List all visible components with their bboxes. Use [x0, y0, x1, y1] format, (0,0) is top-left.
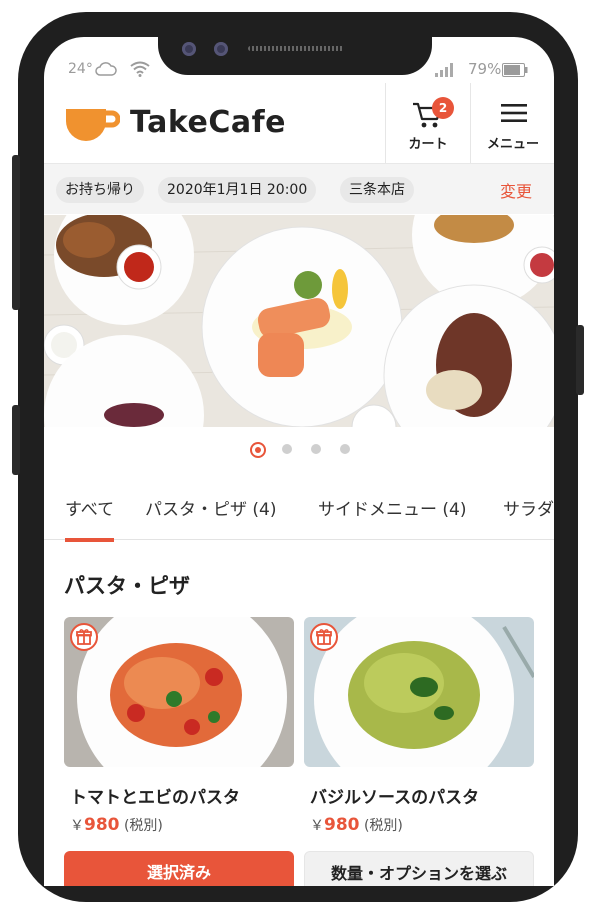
tab-pasta-pizza[interactable]: パスタ・ピザ (4) [145, 495, 276, 520]
side-button [12, 405, 20, 475]
battery-icon [502, 63, 528, 81]
product-card: トマトとエビのパスタ ￥980 (税別) 選択済み [64, 617, 294, 886]
selected-button[interactable]: 選択済み [64, 851, 294, 886]
front-camera [182, 42, 196, 56]
cart-button[interactable]: 2 カート [385, 83, 470, 163]
carousel-dot[interactable] [340, 444, 350, 454]
tab-salad[interactable]: サラダ [503, 495, 554, 520]
change-order-link[interactable]: 変更 [500, 178, 532, 202]
hero-carousel-image[interactable] [44, 215, 554, 427]
carousel-indicator [44, 437, 554, 461]
product-image[interactable] [304, 617, 534, 767]
tax-note: (税別) [123, 818, 163, 834]
price-value: 980 [84, 815, 120, 835]
app-screen: 24° 79% TakeCafe 2 カート メニュー お持ち帰り 2020年1… [44, 37, 554, 886]
tax-note: (税別) [363, 818, 403, 834]
category-tabs: すべて パスタ・ピザ (4) サイドメニュー (4) サラダ [44, 477, 554, 542]
cup-logo-icon[interactable] [64, 105, 121, 145]
cart-label: カート [408, 137, 448, 152]
carousel-dot[interactable] [282, 444, 292, 454]
order-info-bar: お持ち帰り 2020年1月1日 20:00 三条本店 変更 [44, 164, 554, 214]
tab-all[interactable]: すべて [65, 495, 115, 542]
wifi-icon [130, 61, 150, 81]
phone-notch [158, 37, 432, 75]
section-title: パスタ・ピザ [64, 574, 190, 598]
order-datetime-chip: 2020年1月1日 20:00 [158, 177, 317, 203]
currency-symbol: ￥ [70, 818, 84, 834]
signal-icon [434, 63, 456, 81]
earpiece-speaker [248, 46, 344, 51]
cart-count-badge: 2 [432, 97, 454, 119]
cloud-icon [95, 62, 117, 80]
product-price: ￥980 (税別) [310, 815, 403, 835]
gift-icon [310, 623, 338, 651]
order-store-chip: 三条本店 [340, 177, 414, 203]
product-price: ￥980 (税別) [70, 815, 163, 835]
price-value: 980 [324, 815, 360, 835]
currency-symbol: ￥ [310, 818, 324, 834]
app-header: TakeCafe 2 カート メニュー [44, 83, 554, 164]
brand-name[interactable]: TakeCafe [130, 105, 286, 140]
product-name: トマトとエビのパスタ [70, 788, 240, 808]
choose-options-button[interactable]: 数量・オプションを選ぶ [304, 851, 534, 886]
product-name: バジルソースのパスタ [310, 788, 480, 808]
carousel-dot[interactable] [250, 442, 266, 458]
menu-label: メニュー [486, 137, 539, 152]
product-card: バジルソースのパスタ ￥980 (税別) 数量・オプションを選ぶ [304, 617, 534, 886]
hamburger-menu-icon [501, 103, 527, 127]
temperature: 24° [68, 61, 93, 77]
volume-button [12, 155, 20, 310]
menu-button[interactable]: メニュー [470, 83, 554, 163]
tab-side-menu[interactable]: サイドメニュー (4) [318, 495, 466, 520]
front-sensor [214, 42, 228, 56]
order-mode-chip: お持ち帰り [56, 177, 144, 203]
product-image[interactable] [64, 617, 294, 767]
gift-icon [70, 623, 98, 651]
power-button [576, 325, 584, 395]
carousel-dot[interactable] [311, 444, 321, 454]
battery-percent: 79% [468, 60, 502, 78]
